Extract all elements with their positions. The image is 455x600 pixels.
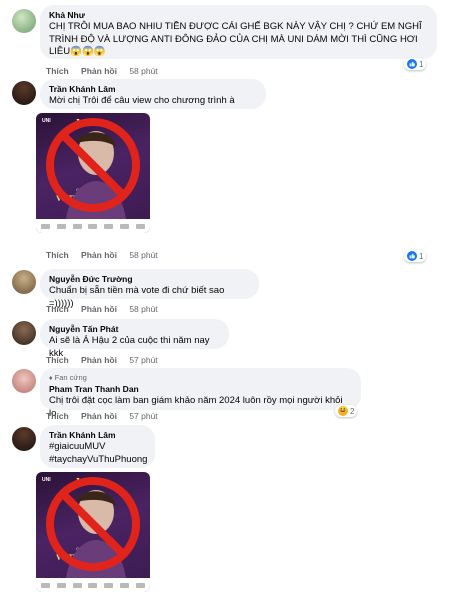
reaction-badge[interactable]: 1	[404, 250, 427, 262]
reaction-badge[interactable]: 1	[404, 58, 427, 70]
comment-actions: Thích Phản hồi 58 phút	[46, 66, 168, 76]
comment-author[interactable]: Khả Như	[49, 10, 428, 21]
reaction-count: 1	[419, 59, 424, 69]
like-link[interactable]: Thích	[46, 411, 69, 421]
prohibited-sign-icon	[46, 118, 140, 212]
comment-actions: Thích Phản hồi 58 phút	[46, 250, 168, 260]
comment-text: Mời chị Trôi để câu view cho chương trìn…	[49, 95, 235, 106]
sponsor-logos	[36, 219, 150, 233]
sponsor-logos	[36, 578, 150, 592]
comment-pham-tran-thanh-dan: ♦ Fan cứng Pham Tran Thanh Dan Chị trôi …	[0, 367, 455, 422]
timestamp[interactable]: 58 phút	[129, 304, 157, 314]
avatar[interactable]	[12, 270, 36, 294]
comment-actions: Thích Phản hồi 57 phút	[46, 411, 168, 421]
reply-link[interactable]: Phản hồi	[81, 355, 117, 365]
comment-author[interactable]: Trần Khánh Lâm	[49, 430, 146, 441]
reaction-count: 2	[350, 406, 355, 416]
timestamp[interactable]: 57 phút	[129, 355, 157, 365]
comment-bubble: Trần Khánh Lâm Mời chị Trôi để câu view …	[40, 79, 266, 109]
avatar[interactable]	[12, 81, 36, 105]
comment-bubble: Nguyễn Đức Trường Chuẩn bị sẵn tiền mà v…	[40, 269, 259, 309]
like-link[interactable]: Thích	[46, 304, 69, 314]
prohibited-sign-icon	[46, 477, 140, 571]
timestamp[interactable]: 58 phút	[129, 250, 157, 260]
like-link[interactable]: Thích	[46, 66, 69, 76]
like-reaction-icon	[407, 59, 417, 69]
avatar[interactable]	[12, 369, 36, 393]
comment-tran-khanh-lam-hashtags: Trần Khánh Lâm #giaicuuMUV #taychayVuThu…	[0, 424, 455, 600]
reply-link[interactable]: Phản hồi	[81, 304, 117, 314]
comment-tran-khanh-lam: Trần Khánh Lâm Mời chị Trôi để câu view …	[0, 78, 455, 264]
comment-text: CHỊ TRÔI MUA BAO NHIU TIỀN ĐƯỢC CÁI GHẾ …	[49, 21, 422, 57]
comment-author[interactable]: Pham Tran Thanh Dan	[49, 384, 352, 395]
like-link[interactable]: Thích	[46, 355, 69, 365]
reply-link[interactable]: Phản hồi	[81, 411, 117, 421]
haha-reaction-icon: 😆	[338, 406, 348, 416]
comment-bubble: Khả Như CHỊ TRÔI MUA BAO NHIU TIỀN ĐƯỢC …	[40, 5, 437, 59]
timestamp[interactable]: 58 phút	[129, 66, 157, 76]
diamond-icon: ♦	[49, 375, 53, 382]
reply-link[interactable]: Phản hồi	[81, 66, 117, 76]
like-link[interactable]: Thích	[46, 250, 69, 260]
comment-image[interactable]: UNI M.U GIÁM KHẢO Vũ Thu Phương	[36, 113, 150, 233]
avatar[interactable]	[12, 427, 36, 451]
comment-nguyen-duc-truong: Nguyễn Đức Trường Chuẩn bị sẵn tiền mà v…	[0, 266, 455, 316]
timestamp[interactable]: 57 phút	[129, 411, 157, 421]
hashtag-link[interactable]: #giaicuuMUV	[49, 441, 146, 454]
fan-badge[interactable]: ♦ Fan cứng	[49, 373, 352, 384]
comment-author[interactable]: Nguyễn Đức Trường	[49, 274, 250, 285]
reaction-badge[interactable]: 😆 2	[335, 405, 358, 417]
avatar[interactable]	[12, 9, 36, 33]
comment-kha-nhu: Khả Như CHỊ TRÔI MUA BAO NHIU TIỀN ĐƯỢC …	[0, 0, 455, 78]
reply-link[interactable]: Phản hồi	[81, 250, 117, 260]
comment-image[interactable]: UNI M.U GIÁM KHẢO Vũ Thu Phương	[36, 472, 150, 592]
like-reaction-icon	[407, 251, 417, 261]
reaction-count: 1	[419, 251, 424, 261]
avatar[interactable]	[12, 321, 36, 345]
fan-badge-label: Fan cứng	[54, 373, 87, 382]
comment-author[interactable]: Nguyễn Tấn Phát	[49, 324, 220, 335]
comment-bubble: Nguyễn Tấn Phát Ai sẽ là Á Hậu 2 của cuộ…	[40, 319, 229, 359]
comment-bubble: Trần Khánh Lâm #giaicuuMUV #taychayVuThu…	[40, 425, 155, 468]
comment-nguyen-tan-phat: Nguyễn Tấn Phát Ai sẽ là Á Hậu 2 của cuộ…	[0, 318, 455, 366]
comment-actions: Thích Phản hồi 57 phút	[46, 355, 168, 365]
hashtag-link[interactable]: #taychayVuThuPhuong	[49, 454, 147, 467]
comment-bubble: ♦ Fan cứng Pham Tran Thanh Dan Chị trôi …	[40, 368, 361, 419]
comment-actions: Thích Phản hồi 58 phút	[46, 304, 168, 314]
comment-author[interactable]: Trần Khánh Lâm	[49, 84, 257, 95]
